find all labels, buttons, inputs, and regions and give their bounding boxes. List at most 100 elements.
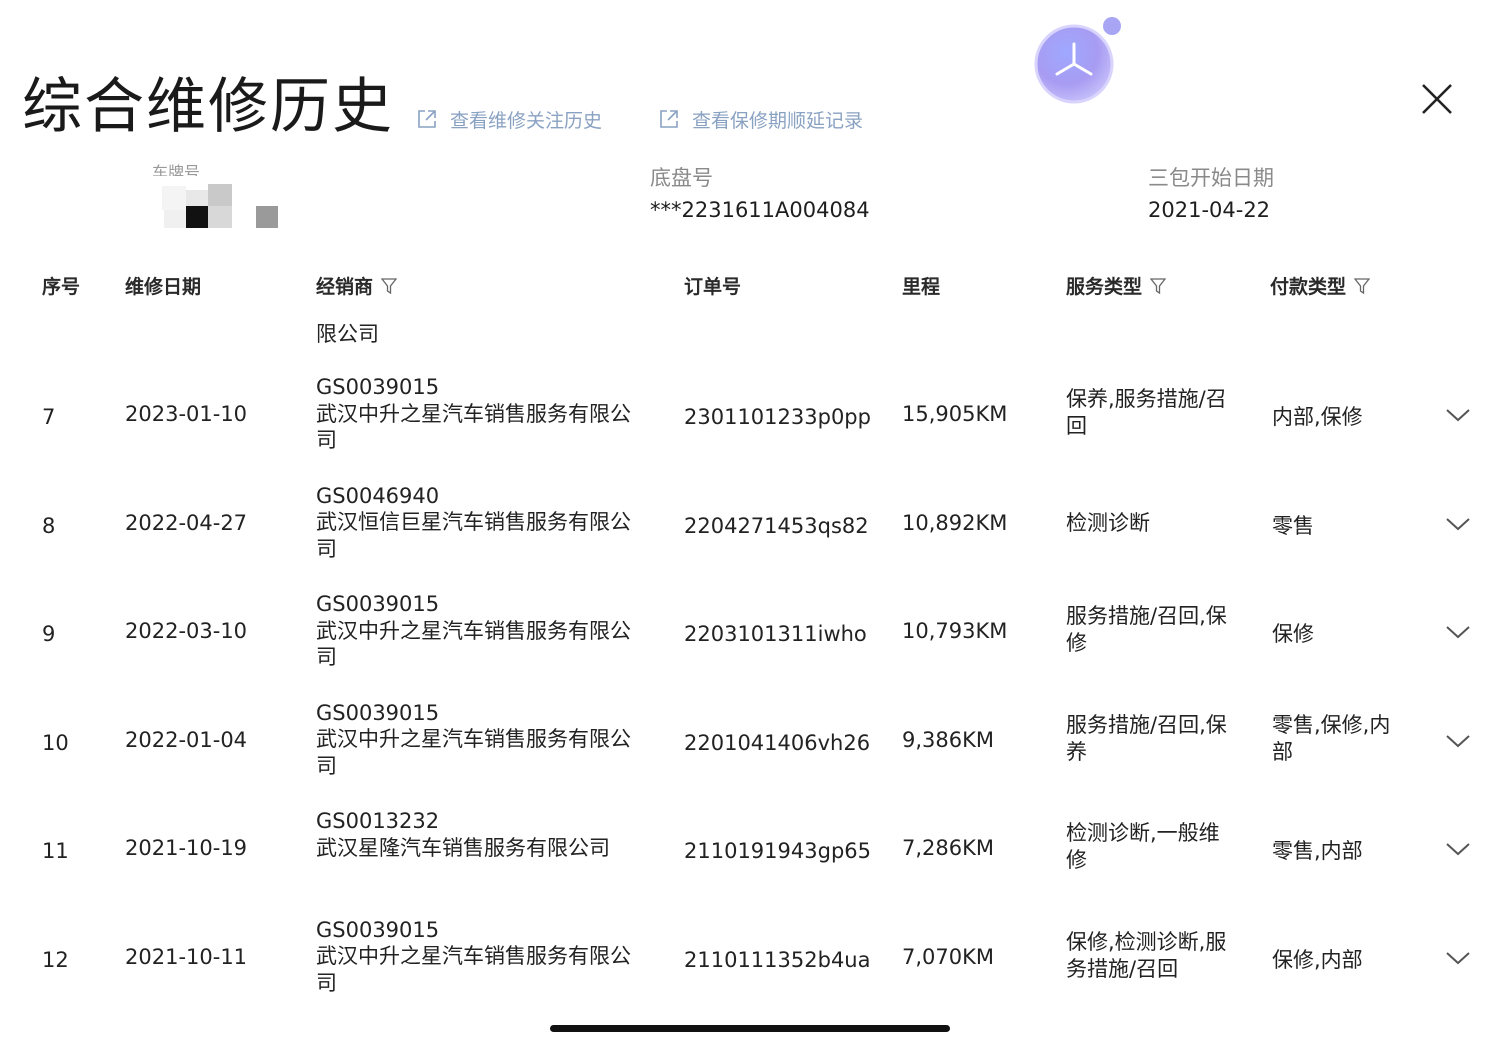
service-type-filter-icon[interactable] bbox=[1150, 277, 1167, 295]
page-title: 综合维修历史 bbox=[22, 72, 394, 142]
plate-label: 车牌号 bbox=[152, 163, 201, 176]
row-dealer-name: 武汉中升之星汽车销售服务有限公司 bbox=[316, 944, 631, 995]
row-dealer-code: GS0039015 bbox=[316, 700, 440, 725]
row-order: 2110191943gp65 bbox=[684, 839, 871, 864]
column-header-date-label: 维修日期 bbox=[125, 276, 202, 298]
row-service-type: 保修,检测诊断,服务措施/召回 bbox=[1066, 929, 1227, 981]
column-header-payment-type: 付款类型 bbox=[1270, 272, 1371, 299]
column-header-service-type: 服务类型 bbox=[1066, 272, 1167, 299]
row-dealer: GS0046940 武汉恒信巨星汽车销售服务有限公司 bbox=[316, 483, 636, 563]
row-service-type: 服务措施/召回,保修 bbox=[1066, 604, 1227, 656]
row-order: 2201041406vh26 bbox=[684, 730, 871, 755]
external-link-icon bbox=[416, 108, 438, 130]
row-dealer: GS0039015 武汉中升之星汽车销售服务有限公司 bbox=[316, 591, 636, 671]
row-dealer-code: GS0039015 bbox=[316, 375, 440, 399]
row-dealer-name: 武汉星隆汽车销售服务有限公司 bbox=[316, 835, 610, 860]
column-header-mileage: 里程 bbox=[902, 272, 940, 299]
warranty-start-label: 三包开始日期 bbox=[1148, 166, 1274, 190]
row-service-type: 保养,服务措施/召回 bbox=[1066, 387, 1227, 438]
row-service-type: 检测诊断,一般维修 bbox=[1066, 821, 1220, 873]
chevron-down-icon[interactable] bbox=[1444, 732, 1472, 750]
row-order: 2203101311iwho bbox=[684, 622, 867, 647]
row-dealer: GS0039015 武汉中升之星汽车销售服务有限公司 bbox=[316, 917, 636, 997]
column-header-dealer-label: 经销商 bbox=[316, 276, 374, 298]
warranty-start-info: 三包开始日期 2021-04-22 bbox=[1148, 162, 1274, 222]
table-row[interactable]: 8 2022-04-27 GS0046940 武汉恒信巨星汽车销售服务有限公司 … bbox=[0, 477, 1500, 586]
repair-history-table: 7 2023-01-10 GS0039015 武汉中升之星汽车销售服务有限公司 … bbox=[0, 368, 1500, 1020]
chassis-label: 底盘号 bbox=[650, 166, 713, 190]
column-header-dealer: 经销商 bbox=[316, 272, 398, 299]
table-header: 序号 维修日期 经销商 订单号 里程 服务类型 付款类型 bbox=[0, 272, 1500, 304]
column-header-seq: 序号 bbox=[42, 272, 80, 299]
close-icon bbox=[1422, 84, 1452, 114]
plate-mosaic bbox=[152, 180, 292, 236]
payment-type-filter-icon[interactable] bbox=[1354, 277, 1371, 295]
row-order: 2301101233p0pp bbox=[684, 405, 871, 429]
row-payment-type: 零售 bbox=[1272, 513, 1314, 538]
row-dealer-name: 武汉中升之星汽车销售服务有限公司 bbox=[316, 401, 631, 453]
row-seq: 8 bbox=[42, 513, 56, 538]
table-row[interactable]: 11 2021-10-19 GS0013232 武汉星隆汽车销售服务有限公司 2… bbox=[0, 802, 1500, 911]
row-date: 2021-10-11 bbox=[125, 944, 248, 969]
chevron-down-icon[interactable] bbox=[1444, 515, 1472, 533]
table-row[interactable]: 12 2021-10-11 GS0039015 武汉中升之星汽车销售服务有限公司… bbox=[0, 911, 1500, 1020]
row-payment-type: 零售,保修,内部 bbox=[1272, 712, 1391, 764]
row-mileage: 7,070KM bbox=[902, 944, 995, 969]
external-link-icon bbox=[658, 108, 680, 130]
table-row[interactable]: 10 2022-01-04 GS0039015 武汉中升之星汽车销售服务有限公司… bbox=[0, 694, 1500, 803]
column-header-seq-label: 序号 bbox=[42, 276, 81, 298]
row-dealer-name: 武汉恒信巨星汽车销售服务有限公司 bbox=[316, 510, 631, 561]
plate-info: 车牌号 bbox=[152, 162, 292, 236]
view-repair-attention-history-label: 查看维修关注历史 bbox=[450, 109, 603, 132]
partial-row-dealer-text: 限公司 bbox=[316, 322, 379, 346]
row-dealer: GS0039015 武汉中升之星汽车销售服务有限公司 bbox=[316, 700, 636, 780]
row-date: 2022-03-10 bbox=[125, 619, 248, 644]
view-repair-attention-history-link[interactable]: 查看维修关注历史 bbox=[416, 104, 602, 134]
row-payment-type: 内部,保修 bbox=[1272, 405, 1363, 429]
column-header-date: 维修日期 bbox=[125, 272, 201, 299]
row-service-type: 检测诊断 bbox=[1066, 510, 1150, 535]
home-indicator[interactable] bbox=[550, 1025, 950, 1032]
assistant-orb-icon[interactable] bbox=[1034, 16, 1126, 108]
row-mileage: 10,892KM bbox=[902, 510, 1008, 535]
row-dealer: GS0013232 武汉星隆汽车销售服务有限公司 bbox=[316, 808, 636, 861]
column-header-order-label: 订单号 bbox=[684, 276, 742, 298]
row-payment-type: 保修,内部 bbox=[1272, 947, 1363, 972]
row-mileage: 9,386KM bbox=[902, 727, 995, 752]
table-row[interactable]: 9 2022-03-10 GS0039015 武汉中升之星汽车销售服务有限公司 … bbox=[0, 585, 1500, 694]
dealer-filter-icon[interactable] bbox=[381, 277, 398, 295]
row-dealer-code: GS0046940 bbox=[316, 483, 440, 508]
column-header-payment-type-label: 付款类型 bbox=[1270, 276, 1347, 298]
row-dealer-name: 武汉中升之星汽车销售服务有限公司 bbox=[316, 618, 631, 670]
row-service-type: 服务措施/召回,保养 bbox=[1066, 712, 1227, 764]
row-dealer-code: GS0013232 bbox=[316, 809, 440, 834]
row-mileage: 15,905KM bbox=[902, 402, 1008, 426]
row-order: 2110111352b4ua bbox=[684, 947, 871, 972]
warranty-start-value: 2021-04-22 bbox=[1148, 198, 1271, 222]
row-payment-type: 零售,内部 bbox=[1272, 839, 1363, 864]
row-seq: 11 bbox=[42, 839, 69, 864]
row-dealer-code: GS0039015 bbox=[316, 592, 440, 617]
chevron-down-icon[interactable] bbox=[1444, 949, 1472, 967]
row-payment-type: 保修 bbox=[1272, 622, 1314, 647]
row-seq: 10 bbox=[42, 730, 69, 755]
close-button[interactable] bbox=[1414, 76, 1460, 122]
chevron-down-icon[interactable] bbox=[1444, 840, 1472, 858]
table-row[interactable]: 7 2023-01-10 GS0039015 武汉中升之星汽车销售服务有限公司 … bbox=[0, 368, 1500, 477]
row-date: 2022-01-04 bbox=[125, 727, 248, 752]
row-dealer: GS0039015 武汉中升之星汽车销售服务有限公司 bbox=[316, 374, 636, 454]
row-date: 2021-10-19 bbox=[125, 836, 248, 861]
row-date: 2022-04-27 bbox=[125, 510, 248, 535]
column-header-order: 订单号 bbox=[684, 272, 741, 299]
row-order: 2204271453qs82 bbox=[684, 513, 869, 538]
view-warranty-extension-record-link[interactable]: 查看保修期顺延记录 bbox=[658, 104, 863, 134]
row-dealer-code: GS0039015 bbox=[316, 917, 440, 942]
row-mileage: 10,793KM bbox=[902, 619, 1008, 644]
column-header-service-type-label: 服务类型 bbox=[1066, 276, 1143, 298]
chevron-down-icon[interactable] bbox=[1444, 406, 1472, 424]
row-seq: 12 bbox=[42, 947, 69, 972]
row-seq: 9 bbox=[42, 622, 56, 647]
chassis-info: 底盘号 ***2231611A004084 bbox=[650, 162, 870, 222]
chevron-down-icon[interactable] bbox=[1444, 623, 1472, 641]
column-header-mileage-label: 里程 bbox=[902, 276, 941, 298]
